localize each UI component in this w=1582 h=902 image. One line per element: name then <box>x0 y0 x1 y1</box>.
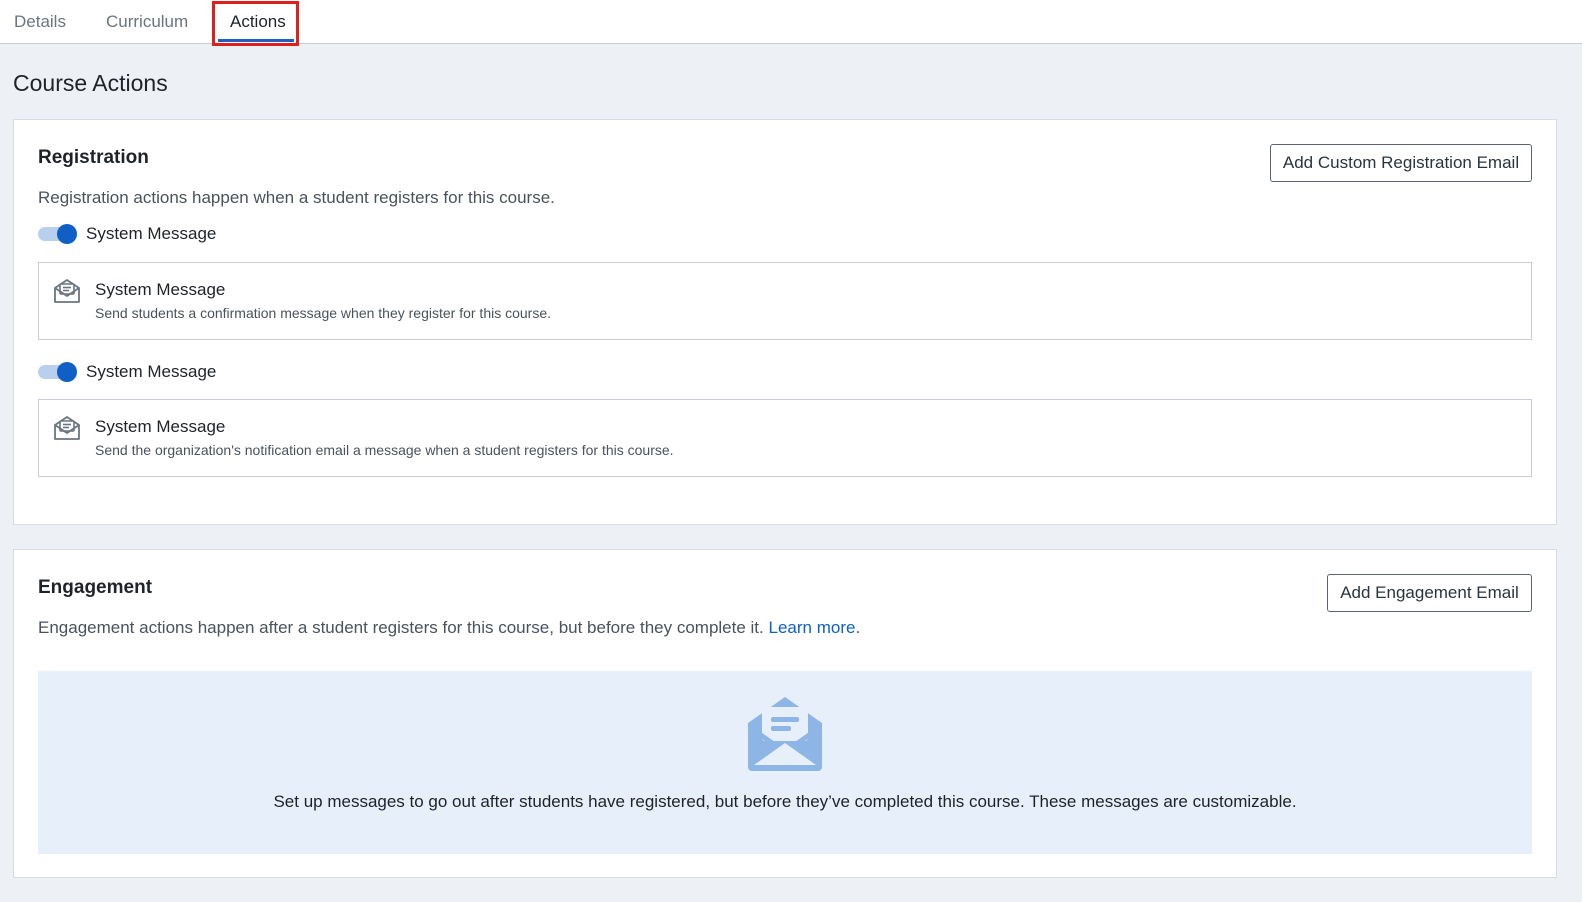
page-title: Course Actions <box>13 70 168 96</box>
tab-curriculum[interactable]: Curriculum <box>106 12 188 32</box>
message-subtitle: Send the organization's notification ema… <box>95 442 674 458</box>
tab-actions[interactable]: Actions <box>230 12 286 32</box>
message-subtitle: Send students a confirmation message whe… <box>95 305 552 321</box>
tab-details[interactable]: Details <box>14 12 66 32</box>
envelope-open-icon <box>54 416 80 440</box>
system-message-toggle-row-1: System Message <box>38 224 216 244</box>
learn-more-link[interactable]: Learn more <box>769 618 856 637</box>
empty-state-text: Set up messages to go out after students… <box>273 792 1297 811</box>
engagement-description: Engagement actions happen after a studen… <box>38 618 860 638</box>
toggle-label: System Message <box>86 362 217 381</box>
envelope-open-icon <box>54 279 80 303</box>
engagement-description-text: Engagement actions happen after a studen… <box>38 618 764 637</box>
envelope-open-icon <box>748 697 822 771</box>
system-message-item-2[interactable]: System Message Send the organization's n… <box>38 399 1532 477</box>
system-message-toggle-2[interactable] <box>38 362 78 382</box>
system-message-item-1[interactable]: System Message Send students a confirmat… <box>38 262 1532 340</box>
system-message-toggle-1[interactable] <box>38 224 78 244</box>
engagement-empty-state: Set up messages to go out after students… <box>38 671 1532 854</box>
toggle-label: System Message <box>86 224 217 243</box>
system-message-toggle-row-2: System Message <box>38 362 216 382</box>
tab-bar: Details Curriculum Actions <box>0 0 1582 46</box>
active-tab-underline <box>218 39 294 42</box>
engagement-card: Engagement Add Engagement Email Engageme… <box>13 549 1557 878</box>
registration-card: Registration Add Custom Registration Ema… <box>13 119 1557 525</box>
toggle-knob <box>57 224 77 244</box>
engagement-title: Engagement <box>38 577 153 598</box>
description-period: . <box>855 618 861 637</box>
add-custom-registration-email-button[interactable]: Add Custom Registration Email <box>1270 144 1532 182</box>
message-title: System Message <box>95 280 226 299</box>
registration-description: Registration actions happen when a stude… <box>38 188 555 207</box>
add-engagement-email-button[interactable]: Add Engagement Email <box>1327 574 1532 612</box>
toggle-knob <box>57 362 77 382</box>
message-title: System Message <box>95 417 226 436</box>
registration-title: Registration <box>38 147 149 168</box>
